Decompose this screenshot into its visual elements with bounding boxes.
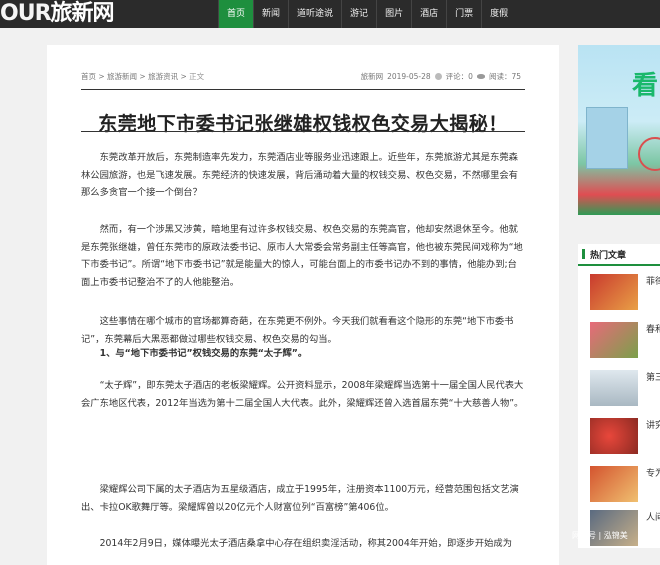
banner-building-graphic	[586, 107, 628, 169]
nav-travelogue[interactable]: 游记	[341, 0, 376, 28]
paragraph-5: 梁耀辉公司下属的太子酒店为五星级酒店，成立于1995年，注册资本1100万元，经…	[81, 484, 519, 513]
article-stats: 旅新网 2019-05-28 评论：0 阅读：75	[361, 71, 521, 82]
hot-item-title-2[interactable]: 春和光：	[646, 324, 660, 337]
hot-item-4[interactable]: 讲究精致	[590, 418, 660, 456]
nav-tickets[interactable]: 门票	[446, 0, 481, 28]
comment-count[interactable]: 评论：0	[446, 71, 473, 82]
breadcrumb-current: 正文	[189, 72, 205, 81]
nav-news[interactable]: 新闻	[253, 0, 288, 28]
logo-name: 旅新网	[50, 1, 115, 26]
source-label: 旅新网	[360, 72, 384, 81]
hot-articles-panel: 热门文章 菲律宾销量 春和光： 第三推介 讲究精致 专为爆品 人间	[578, 244, 660, 548]
hot-item-title-5[interactable]: 专为爆品	[646, 468, 660, 481]
title-rule-bottom	[81, 131, 525, 132]
section-heading: 1、与“地下市委书记”权钱交易的东莞“太子辉”。	[99, 348, 308, 359]
hot-thumb-5[interactable]	[590, 466, 638, 502]
breadcrumb-path[interactable]: 首页 > 旅游新闻 > 旅游资讯 >	[81, 72, 189, 81]
hot-item-title-6[interactable]: 人间	[646, 512, 660, 525]
nav-vacation[interactable]: 度假	[481, 0, 516, 28]
banner-ferris-wheel-graphic	[638, 137, 660, 171]
hot-item-1[interactable]: 菲律宾销量	[590, 274, 660, 312]
site-logo[interactable]: OUR旅新网	[0, 0, 115, 28]
hot-item-2[interactable]: 春和光：	[590, 322, 660, 360]
comment-icon	[434, 73, 442, 80]
article-meta: 首页 > 旅游新闻 > 旅游资讯 > 正文 旅新网 2019-05-28 评论：…	[81, 71, 521, 85]
title-rule-top	[81, 89, 525, 90]
hot-item-6[interactable]: 人间	[590, 510, 660, 548]
hot-item-3[interactable]: 第三推介	[590, 370, 660, 408]
paragraph-4: “太子辉”，即东莞太子酒店的老板梁耀辉。公开资料显示，2008年梁耀辉当选第十一…	[81, 380, 524, 409]
article-title: 东莞地下市委书记张继雄权钱权色交易大揭秘！	[98, 112, 508, 135]
hot-thumb-1[interactable]	[590, 274, 638, 310]
nav-hotels[interactable]: 酒店	[411, 0, 446, 28]
nav-home[interactable]: 首页	[218, 0, 254, 28]
paragraph-2: 然而，有一个涉黑又涉黄，暗地里有过许多权钱交易、权色交易的东莞高官，他却安然退休…	[81, 224, 523, 288]
hot-item-title-1[interactable]: 菲律宾销量	[646, 276, 660, 289]
article-card: 首页 > 旅游新闻 > 旅游资讯 > 正文 旅新网 2019-05-28 评论：…	[47, 45, 559, 565]
hot-thumb-4[interactable]	[590, 418, 638, 454]
watermark: 网易号 | 泓锦美	[572, 531, 628, 540]
top-navigation-bar: OUR旅新网 首页 新闻 道听途说 游记 图片 酒店 门票 度假	[0, 0, 660, 28]
nav-hearsay[interactable]: 道听途说	[288, 0, 341, 28]
hot-thumb-3[interactable]	[590, 370, 638, 406]
banner-text: 看	[632, 71, 659, 101]
hot-articles-title: 热门文章	[590, 251, 627, 261]
publish-date: 2019-05-28	[387, 72, 431, 81]
hot-item-title-3[interactable]: 第三推介	[646, 372, 660, 385]
hot-thumb-2[interactable]	[590, 322, 638, 358]
paragraph-1: 东莞改革开放后，东莞制造率先发力，东莞酒店业等服务业迅速跟上。近些年，东莞旅游尤…	[81, 152, 518, 198]
nav-pictures[interactable]: 图片	[376, 0, 411, 28]
main-nav: 首页 新闻 道听途说 游记 图片 酒店 门票 度假	[218, 0, 516, 28]
hot-item-title-4[interactable]: 讲究精致	[646, 420, 660, 433]
hot-item-5[interactable]: 专为爆品	[590, 466, 660, 504]
eye-icon	[476, 74, 485, 79]
paragraph-6: 2014年2月9日，媒体曝光太子酒店桑拿中心存在组织卖淫活动，称其2004年开始…	[99, 538, 513, 549]
breadcrumb[interactable]: 首页 > 旅游新闻 > 旅游资讯 > 正文	[81, 71, 204, 82]
hot-articles-header: 热门文章	[578, 244, 660, 266]
sidebar-banner-ad[interactable]: 看	[578, 45, 660, 215]
view-count: 阅读：75	[488, 72, 521, 81]
paragraph-3: 这些事情在哪个城市的官场都算奇葩，在东莞更不例外。今天我们就看看这个隐形的东莞“…	[81, 316, 514, 345]
header-accent-bar	[582, 249, 585, 259]
logo-prefix: OUR	[0, 1, 52, 26]
